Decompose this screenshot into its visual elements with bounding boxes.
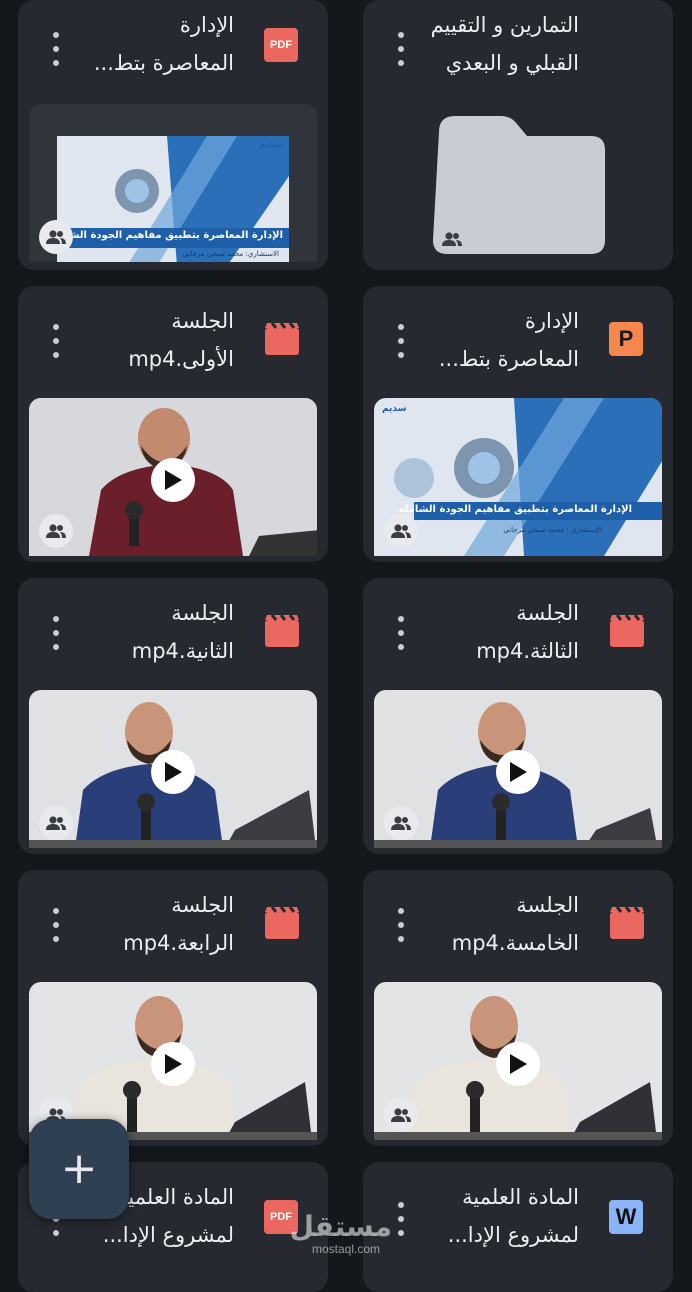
thumb-title: الإدارة المعاصرة بتطبيق مفاهيم الجودة ال…: [57, 230, 283, 241]
thumb-title: الإدارة المعاصرة بتطبيق مفاهيم الجودة ال…: [398, 504, 632, 515]
file-title: الإدارة المعاصرة بتط...: [93, 13, 234, 75]
file-title: الجلسة الثالثة.mp4: [476, 601, 579, 663]
file-title: التمارين و التقييم القبلي و البعدي: [430, 13, 579, 75]
video-icon: [264, 906, 300, 940]
file-title: الجلسة الأولى.mp4: [128, 309, 234, 371]
shared-users-icon: [384, 806, 418, 840]
video-thumbnail: [374, 690, 662, 848]
more-options-icon[interactable]: [393, 908, 409, 942]
video-icon: [264, 322, 300, 356]
shared-users-icon: [384, 1098, 418, 1132]
file-card-video-session-2[interactable]: الجلسة الثانية.mp4: [18, 578, 328, 854]
shared-users-icon: [384, 514, 418, 548]
file-card-word-material[interactable]: المادة العلمية لمشروع الإدا... W: [363, 1162, 673, 1292]
file-title: الإدارة المعاصرة بتط...: [438, 309, 579, 371]
thumb-brand: سديم: [258, 140, 284, 150]
shared-users-icon: [435, 222, 469, 256]
video-thumbnail: [374, 982, 662, 1140]
video-thumbnail: [29, 982, 317, 1140]
file-title: الجلسة الرابعة.mp4: [123, 893, 234, 955]
file-title: الجلسة الثانية.mp4: [131, 601, 234, 663]
file-thumbnail: الإدارة المعاصرة بتطبيق مفاهيم الجودة ال…: [29, 104, 317, 262]
shared-users-icon: [39, 806, 73, 840]
file-title: الجلسة الخامسة.mp4: [451, 893, 579, 955]
more-options-icon[interactable]: [393, 32, 409, 66]
file-title: المادة العلمية لمشروع الإدا...: [447, 1185, 579, 1247]
file-thumbnail: الإدارة المعاصرة بتطبيق مفاهيم الجودة ال…: [374, 398, 662, 556]
play-icon[interactable]: [496, 750, 540, 795]
video-thumbnail: [29, 690, 317, 848]
more-options-icon[interactable]: [393, 324, 409, 358]
file-card-pdf-management[interactable]: الإدارة المعاصرة بتط... PDF الإدارة المعا…: [18, 0, 328, 270]
folder-icon: [431, 110, 607, 260]
presentation-icon: P: [609, 322, 645, 356]
video-icon: [264, 614, 300, 648]
shared-users-icon: [39, 514, 73, 548]
more-options-icon[interactable]: [48, 908, 64, 942]
video-thumbnail: [29, 398, 317, 556]
thumb-subtitle: الاستشاري: محمد صبحي مرجاني: [182, 250, 279, 258]
play-icon[interactable]: [151, 1042, 195, 1087]
more-options-icon[interactable]: [393, 1202, 409, 1236]
watermark: مستقل mostaql.com: [289, 1210, 392, 1257]
play-icon[interactable]: [496, 1042, 540, 1087]
more-options-icon[interactable]: [48, 324, 64, 358]
file-card-video-session-1[interactable]: الجلسة الأولى.mp4: [18, 286, 328, 562]
shared-users-icon: [39, 220, 73, 254]
file-card-video-session-4[interactable]: الجلسة الرابعة.mp4: [18, 870, 328, 1146]
thumb-subtitle: الإستشاري : محمد صبحي مرجاني: [503, 526, 602, 534]
more-options-icon[interactable]: [393, 616, 409, 650]
file-card-video-session-5[interactable]: الجلسة الخامسة.mp4: [363, 870, 673, 1146]
plus-icon: +: [60, 1143, 98, 1194]
watermark-latin: mostaql.com: [311, 1242, 381, 1256]
more-options-icon[interactable]: [48, 32, 64, 66]
pdf-icon: PDF: [264, 28, 300, 62]
watermark-arabic: مستقل: [289, 1210, 392, 1243]
add-button[interactable]: +: [29, 1119, 129, 1219]
file-card-folder-exercises[interactable]: التمارين و التقييم القبلي و البعدي: [363, 0, 673, 270]
video-icon: [609, 614, 645, 648]
file-card-video-session-3[interactable]: الجلسة الثالثة.mp4: [363, 578, 673, 854]
play-icon[interactable]: [151, 750, 195, 795]
file-card-presentation-management[interactable]: الإدارة المعاصرة بتط... P الإدارة المعاصر…: [363, 286, 673, 562]
play-icon[interactable]: [151, 458, 195, 503]
word-icon: W: [609, 1200, 645, 1234]
more-options-icon[interactable]: [48, 616, 64, 650]
thumb-brand: سديم: [382, 404, 407, 414]
video-icon: [609, 906, 645, 940]
